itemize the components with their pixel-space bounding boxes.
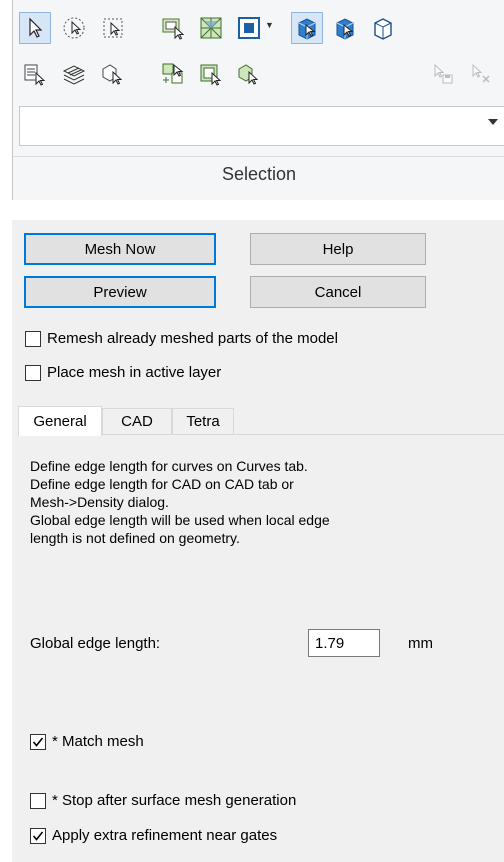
active-layer-checkbox[interactable] [25, 364, 41, 381]
select-layers-button[interactable] [58, 58, 90, 90]
select-face-button[interactable] [329, 12, 361, 44]
tab-cad[interactable]: CAD [102, 408, 172, 434]
circle-select-icon [63, 17, 85, 39]
select-all-button[interactable] [195, 58, 227, 90]
selection-filter-combo[interactable] [19, 106, 504, 146]
select-box-button[interactable] [97, 12, 129, 44]
body-select-icon [298, 18, 316, 40]
stop-after-checkbox-row[interactable]: * Stop after surface mesh generation [30, 792, 296, 809]
match-mesh-checkbox[interactable] [30, 733, 46, 750]
checkmark-icon [32, 831, 44, 841]
mesh-settings-dialog: Mesh Now Help Preview Cancel Remesh alre… [12, 220, 504, 862]
stop-after-checkbox[interactable] [30, 792, 46, 809]
refinement-checkbox-row[interactable]: Apply extra refinement near gates [30, 827, 277, 844]
box-select-icon [103, 18, 123, 38]
select-body-button[interactable] [291, 12, 323, 44]
mesh-select-icon [200, 17, 222, 39]
global-edge-length-input[interactable] [308, 629, 380, 657]
general-tab-panel: Define edge length for curves on Curves … [18, 434, 504, 862]
checkmark-icon [32, 737, 44, 747]
divider [13, 156, 504, 157]
select-by-list-button[interactable] [19, 58, 51, 90]
remesh-label: Remesh already meshed parts of the model [47, 330, 338, 347]
select-pointer-button[interactable] [19, 12, 51, 44]
global-edge-length-label: Global edge length: [30, 635, 161, 652]
description-line: Global edge length will be used when loc… [30, 512, 330, 528]
remesh-checkbox[interactable] [25, 330, 41, 347]
adjacent-select-icon [238, 64, 259, 85]
select-adjacent-button[interactable] [233, 58, 265, 90]
ribbon-group-label: Selection [221, 164, 297, 184]
inverse-select-icon [162, 63, 184, 84]
save-selection-icon [434, 63, 453, 84]
description-line: Define edge length for curves on Curves … [30, 458, 308, 474]
tab-general[interactable]: General [18, 406, 102, 436]
select-inverse-button[interactable] [157, 58, 189, 90]
select-connected-button[interactable] [97, 58, 129, 90]
help-button[interactable]: Help [250, 233, 426, 265]
match-mesh-label: * Match mesh [52, 733, 144, 750]
cancel-button[interactable]: Cancel [250, 276, 426, 308]
selection-frame-button[interactable] [233, 12, 265, 44]
face-select-icon [336, 18, 354, 40]
select-all-icon [200, 64, 222, 86]
remesh-checkbox-row[interactable]: Remesh already meshed parts of the model [25, 330, 338, 347]
dropdown-arrow-icon[interactable] [488, 119, 498, 125]
select-mesh-button[interactable] [195, 12, 227, 44]
mesh-now-button[interactable]: Mesh Now [24, 233, 216, 265]
description-line: length is not defined on geometry. [30, 530, 240, 546]
select-edge-button[interactable] [367, 12, 399, 44]
layers-icon [62, 65, 86, 85]
save-selection-button[interactable] [427, 58, 459, 90]
selection-ribbon-group: ▼ Selection [12, 0, 504, 200]
list-select-icon [24, 64, 46, 86]
description-line: Define edge length for CAD on CAD tab or [30, 476, 294, 492]
enclosed-select-icon [162, 18, 185, 40]
clear-selection-button[interactable] [465, 58, 497, 90]
refinement-checkbox[interactable] [30, 827, 46, 844]
edge-select-icon [374, 18, 392, 40]
global-edge-length-unit: mm [408, 635, 433, 652]
active-layer-label: Place mesh in active layer [47, 364, 222, 381]
match-mesh-checkbox-row[interactable]: * Match mesh [30, 733, 144, 750]
clear-selection-icon [472, 63, 490, 83]
connected-select-icon [102, 64, 123, 85]
select-enclosed-button[interactable] [157, 12, 189, 44]
tab-tetra[interactable]: Tetra [172, 408, 234, 434]
active-layer-checkbox-row[interactable]: Place mesh in active layer [25, 364, 221, 381]
description-line: Mesh->Density dialog. [30, 494, 169, 510]
frame-icon [238, 17, 260, 39]
preview-button[interactable]: Preview [24, 276, 216, 308]
pointer-icon [29, 17, 43, 38]
general-description: Define edge length for curves on Curves … [30, 457, 430, 547]
chevron-down-icon[interactable]: ▼ [265, 20, 274, 30]
refinement-label: Apply extra refinement near gates [52, 827, 278, 844]
select-circle-button[interactable] [58, 12, 90, 44]
stop-after-label: * Stop after surface mesh generation [52, 792, 297, 809]
